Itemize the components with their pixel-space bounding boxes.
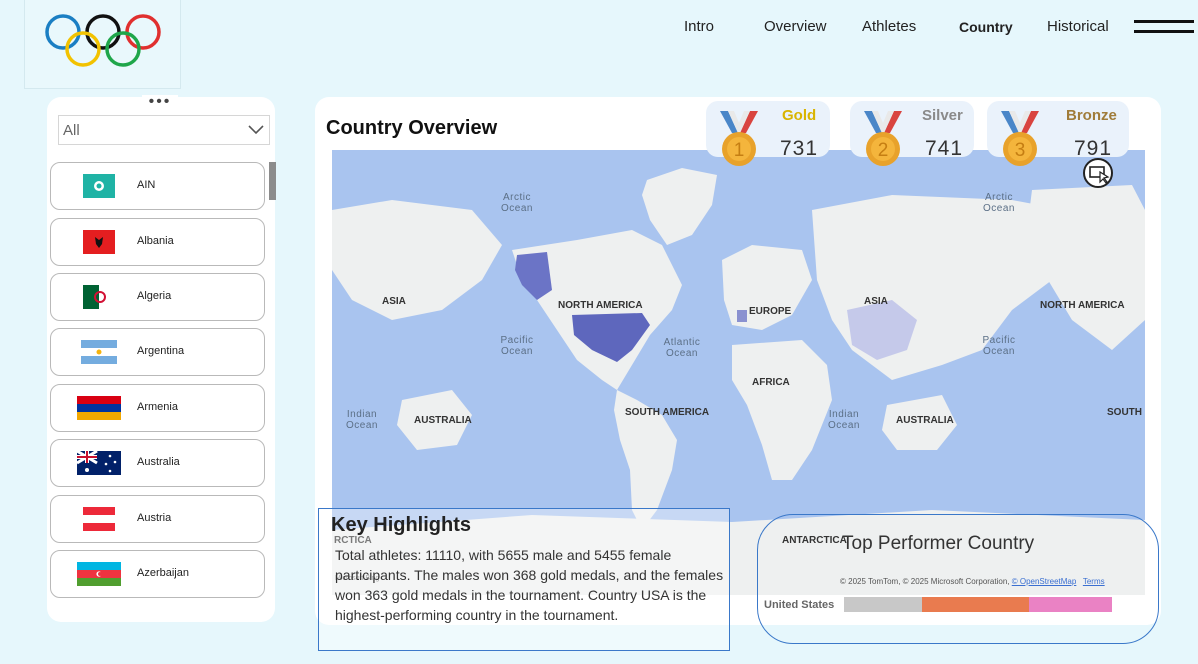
svg-text:2: 2 [878, 140, 889, 161]
bar-segment-3[interactable] [1029, 597, 1112, 612]
gold-medal-card: 1 Gold 731 [706, 101, 830, 166]
bronze-count: 791 [1074, 137, 1113, 160]
top-performer-box: Top Performer Country United States [757, 514, 1159, 644]
slicer-scrollbar[interactable] [269, 162, 276, 200]
nav-country[interactable]: Country [959, 19, 1013, 35]
country-dropdown[interactable]: All [58, 115, 270, 145]
top-performer-title: Top Performer Country [842, 533, 1035, 554]
nav-historical[interactable]: Historical [1047, 18, 1109, 35]
svg-text:3: 3 [1015, 140, 1026, 161]
gold-medal-icon: 1 [720, 111, 758, 166]
gold-label: Gold [782, 107, 817, 124]
map-label: EUROPE [749, 306, 792, 317]
country-item-ain[interactable]: AIN [50, 162, 265, 210]
page-title: Country Overview [326, 117, 498, 139]
key-highlights-title: Key Highlights [331, 514, 472, 536]
nav-overview[interactable]: Overview [764, 18, 827, 35]
map-label: ASIA [864, 296, 888, 307]
key-highlights-text: Total athletes: 11110, with 5655 male an… [335, 547, 724, 623]
country-name: Azerbaijan [137, 567, 189, 579]
flag-ain-icon [83, 174, 115, 198]
ocean-label: Indian Ocean [346, 409, 378, 431]
map-label: NORTH AMERICA [558, 300, 643, 311]
ocean-label: Arctic Ocean [501, 192, 533, 214]
country-slicer: ••• All AIN Albania Algeria Argentina Ar… [47, 94, 276, 622]
bar-segment-1[interactable] [844, 597, 922, 612]
silver-medal-icon: 2 [864, 111, 902, 166]
flag-algeria-icon [83, 285, 115, 309]
flag-albania-icon [83, 230, 115, 254]
top-nav: Intro Overview Athletes Country Historic… [0, 18, 1198, 38]
gold-count: 731 [780, 137, 819, 160]
country-name: AIN [137, 179, 156, 191]
country-name: Albania [137, 235, 174, 247]
map-label: AFRICA [752, 377, 790, 388]
country-name: Armenia [137, 401, 178, 413]
ocean-label: Pacific Ocean [982, 335, 1016, 357]
key-highlights-box: Key Highlights Total athletes: 11110, wi… [318, 508, 730, 651]
flag-argentina-icon [81, 340, 117, 364]
bronze-medal-card: 3 Bronze 791 [987, 101, 1129, 166]
hamburger-menu-icon[interactable] [1134, 20, 1194, 34]
country-item-argentina[interactable]: Argentina [50, 328, 265, 376]
country-name: Argentina [137, 345, 185, 357]
more-options-icon[interactable]: ••• [142, 94, 178, 113]
focus-mode-icon [1089, 166, 1110, 184]
map-label: ASIA [382, 296, 406, 307]
olympic-logo [24, 0, 181, 89]
country-item-austria[interactable]: Austria [50, 495, 265, 543]
map-label: AUSTRALIA [414, 415, 472, 426]
top-performer-country: United States [764, 599, 835, 611]
map-label: AUSTRALIA [896, 415, 954, 426]
bronze-medal-icon: 3 [1001, 111, 1039, 166]
country-name: Australia [137, 456, 180, 468]
nav-athletes[interactable]: Athletes [862, 18, 916, 35]
silver-label: Silver [922, 107, 963, 124]
chevron-down-icon [248, 125, 264, 135]
flag-australia-icon [77, 451, 121, 475]
nav-intro[interactable]: Intro [684, 18, 714, 35]
country-name: Austria [137, 512, 172, 524]
flag-armenia-icon [77, 396, 121, 420]
dropdown-value: All [63, 122, 80, 139]
ocean-label: Pacific Ocean [500, 335, 534, 357]
country-item-armenia[interactable]: Armenia [50, 384, 265, 432]
flag-azerbaijan-icon [77, 562, 121, 586]
bronze-label: Bronze [1066, 107, 1117, 124]
ocean-label: Indian Ocean [828, 409, 860, 431]
ocean-label: Arctic Ocean [983, 192, 1015, 214]
country-item-algeria[interactable]: Algeria [50, 273, 265, 321]
country-item-azerbaijan[interactable]: Azerbaijan [50, 550, 265, 598]
map-label: SOUTH [1107, 407, 1142, 418]
country-item-albania[interactable]: Albania [50, 218, 265, 266]
country-item-australia[interactable]: Australia [50, 439, 265, 487]
map-label: NORTH AMERICA [1040, 300, 1125, 311]
svg-text:1: 1 [734, 140, 745, 161]
bar-segment-2[interactable] [922, 597, 1029, 612]
country-name: Algeria [137, 290, 172, 302]
silver-medal-card: 2 Silver 741 [850, 101, 974, 166]
flag-austria-icon [83, 507, 115, 531]
ocean-label: Atlantic Ocean [663, 337, 701, 359]
silver-count: 741 [925, 137, 964, 160]
map-label: SOUTH AMERICA [625, 407, 710, 418]
focus-mode-button[interactable] [1083, 158, 1113, 188]
